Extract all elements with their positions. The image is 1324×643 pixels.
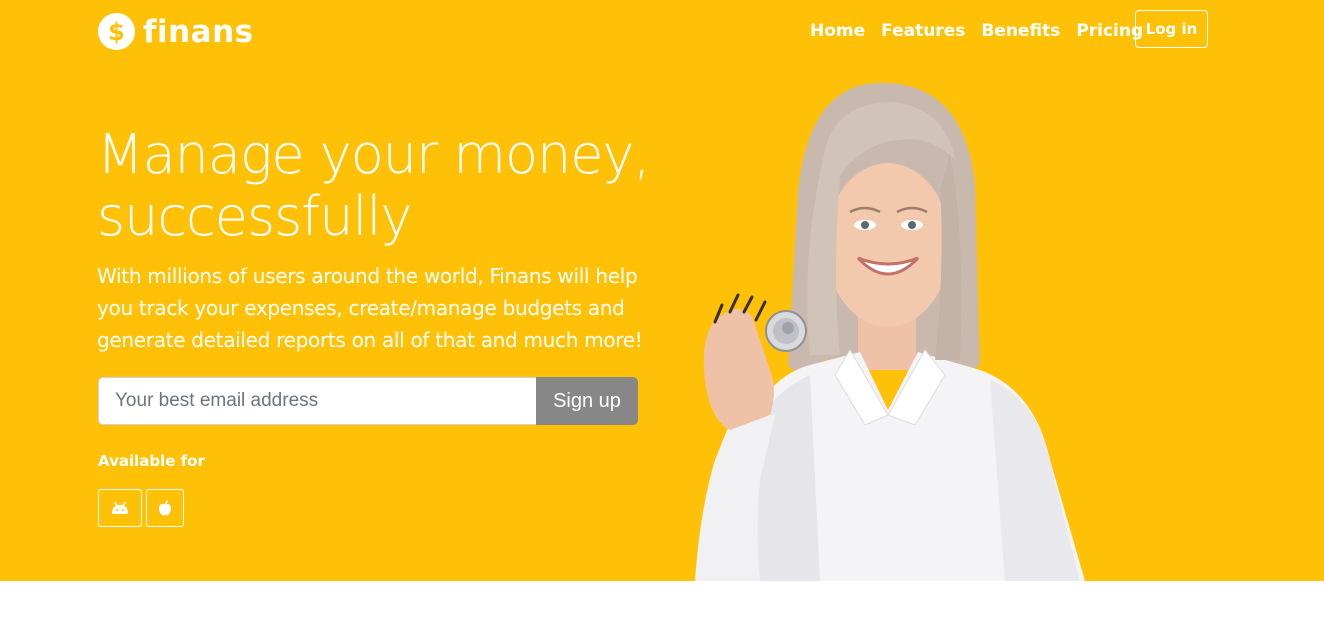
apple-button[interactable] [146,489,184,527]
brand-name: finans [143,13,254,50]
android-icon [112,501,128,514]
apple-icon [159,500,171,516]
hero-section: $ finans Home Features Benefits Pricing … [0,0,1324,581]
dollar-coin-icon: $ [98,13,135,50]
headline-line-1: Manage your money, [97,123,651,186]
nav-home[interactable]: Home [810,21,865,41]
hero-woman-photo [695,82,1085,581]
nav-benefits[interactable]: Benefits [981,21,1060,41]
signup-form: Sign up [98,377,638,425]
available-for-label: Available for [98,452,205,470]
login-button[interactable]: Log in [1135,10,1208,48]
main-nav: Home Features Benefits Pricing [810,21,1143,41]
email-input[interactable] [98,377,536,425]
brand[interactable]: $ finans [98,13,254,50]
signup-button[interactable]: Sign up [536,377,638,425]
nav-features[interactable]: Features [881,21,965,41]
logo-symbol: $ [108,17,125,46]
hero-lead: With millions of users around the world,… [97,264,643,352]
headline-line-2: successfully [97,185,412,248]
nav-pricing[interactable]: Pricing [1076,21,1143,41]
hero-headline: Manage your money, successfully [97,124,657,248]
android-button[interactable] [98,489,142,527]
